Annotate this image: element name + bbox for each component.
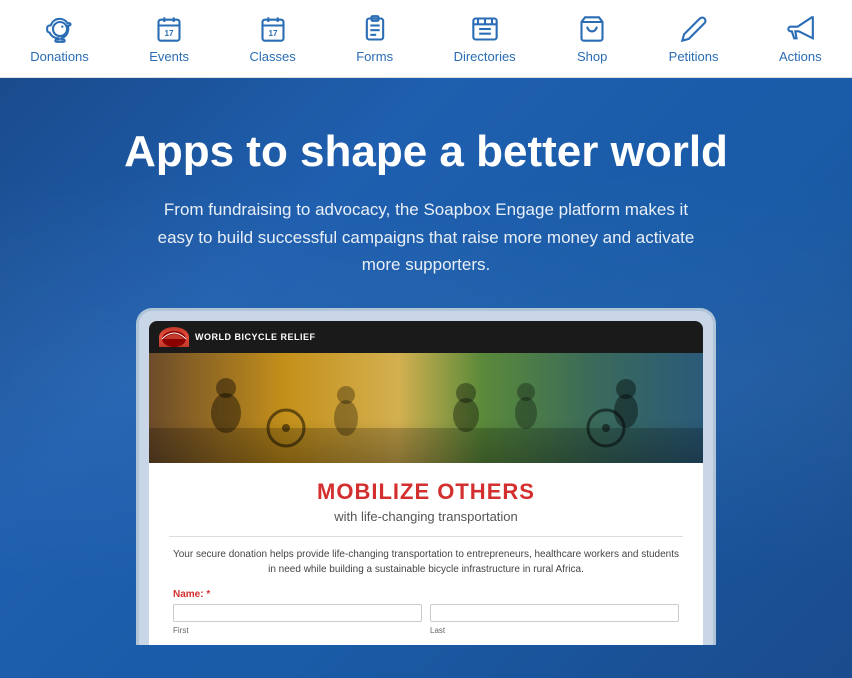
nav-label-actions: Actions bbox=[779, 49, 822, 64]
org-logo-icon bbox=[159, 327, 189, 347]
screen-description: Your secure donation helps provide life-… bbox=[169, 547, 683, 577]
nav-label-donations: Donations bbox=[30, 49, 89, 64]
directories-icon bbox=[469, 13, 501, 45]
laptop-mockup: WORLD BICYCLE RELIEF bbox=[136, 308, 716, 645]
nav-item-donations[interactable]: Donations bbox=[20, 9, 99, 68]
screen-campaign-subtitle: with life-changing transportation bbox=[169, 509, 683, 524]
calendar-events-icon: 17 bbox=[153, 13, 185, 45]
clipboard-icon bbox=[359, 13, 391, 45]
nav-item-petitions[interactable]: Petitions bbox=[659, 9, 729, 68]
piggy-bank-icon bbox=[44, 13, 76, 45]
donation-form: Name: * First Last bbox=[169, 589, 683, 635]
nav-item-directories[interactable]: Directories bbox=[444, 9, 526, 68]
hero-section: Apps to shape a better world From fundra… bbox=[0, 78, 852, 678]
svg-text:17: 17 bbox=[268, 29, 278, 38]
form-name-fields bbox=[173, 604, 679, 622]
screen-campaign-title: MOBILIZE OTHERS bbox=[169, 479, 683, 505]
hero-title: Apps to shape a better world bbox=[124, 128, 728, 176]
org-logo: WORLD BICYCLE RELIEF bbox=[159, 327, 316, 347]
nav-label-shop: Shop bbox=[577, 49, 607, 64]
nav-item-shop[interactable]: Shop bbox=[566, 9, 618, 68]
nav-label-classes: Classes bbox=[250, 49, 296, 64]
screen-header: WORLD BICYCLE RELIEF bbox=[149, 321, 703, 353]
nav-label-events: Events bbox=[149, 49, 189, 64]
first-name-label: First bbox=[173, 626, 422, 635]
last-name-label: Last bbox=[430, 626, 679, 635]
hero-subtitle: From fundraising to advocacy, the Soapbo… bbox=[146, 196, 706, 278]
svg-text:17: 17 bbox=[165, 29, 175, 38]
form-field-labels: First Last bbox=[173, 626, 679, 635]
nav-item-classes[interactable]: 17 Classes bbox=[240, 9, 306, 68]
screen-hero-image bbox=[149, 353, 703, 463]
nav-label-petitions: Petitions bbox=[669, 49, 719, 64]
calendar-classes-icon: 17 bbox=[257, 13, 289, 45]
megaphone-icon bbox=[784, 13, 816, 45]
nav-label-directories: Directories bbox=[454, 49, 516, 64]
org-name: WORLD BICYCLE RELIEF bbox=[195, 332, 316, 342]
hero-content: Apps to shape a better world From fundra… bbox=[124, 78, 728, 308]
navigation-bar: Donations 17 Events 17 Classes Forms Dir… bbox=[0, 0, 852, 78]
laptop-screen: WORLD BICYCLE RELIEF bbox=[149, 321, 703, 645]
laptop-frame: WORLD BICYCLE RELIEF bbox=[136, 308, 716, 645]
nav-label-forms: Forms bbox=[356, 49, 393, 64]
screen-body: MOBILIZE OTHERS with life-changing trans… bbox=[149, 463, 703, 645]
shop-bag-icon bbox=[576, 13, 608, 45]
nav-item-events[interactable]: 17 Events bbox=[139, 9, 199, 68]
screen-divider bbox=[169, 536, 683, 537]
form-name-label: Name: * bbox=[173, 589, 679, 600]
pen-petition-icon bbox=[678, 13, 710, 45]
form-first-name-input[interactable] bbox=[173, 604, 422, 622]
nav-item-actions[interactable]: Actions bbox=[769, 9, 832, 68]
nav-item-forms[interactable]: Forms bbox=[346, 9, 403, 68]
form-last-name-input[interactable] bbox=[430, 604, 679, 622]
